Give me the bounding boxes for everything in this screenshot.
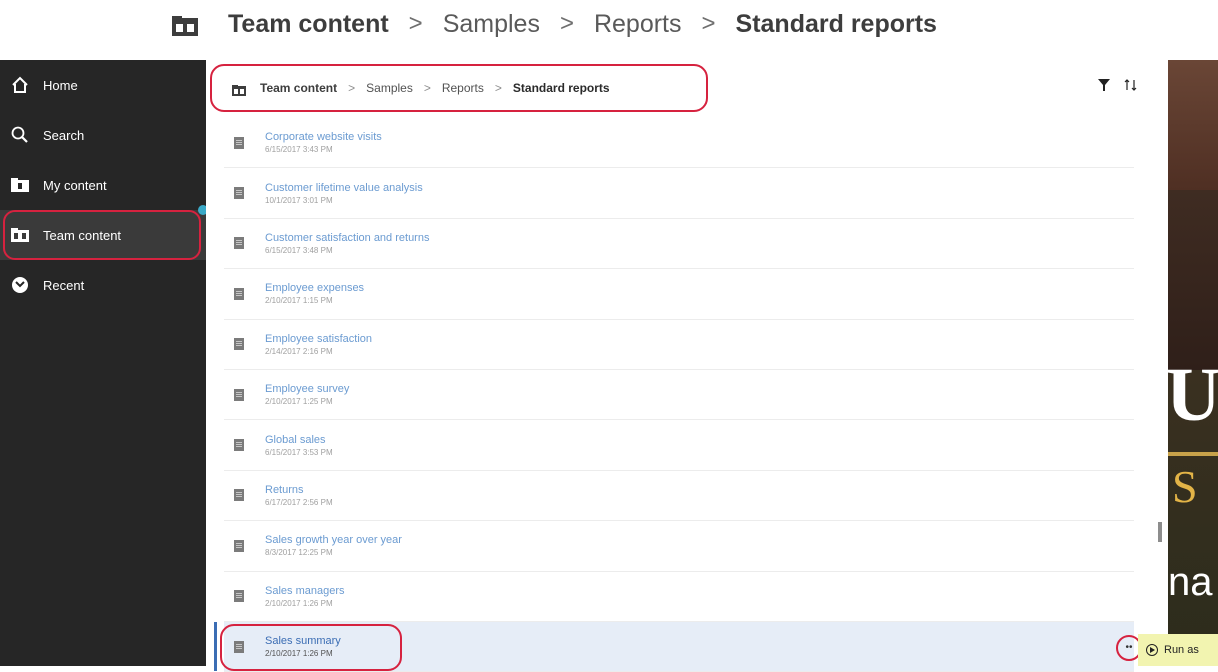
photo-gold-line xyxy=(1168,452,1218,456)
report-icon xyxy=(234,489,244,502)
report-name[interactable]: Global sales xyxy=(265,433,333,447)
scrollbar[interactable] xyxy=(1158,522,1162,542)
callout-separator: > xyxy=(701,10,716,37)
photo-band xyxy=(1168,190,1218,370)
report-date: 2/10/2017 1:15 PM xyxy=(265,296,333,306)
report-date: 6/15/2017 3:43 PM xyxy=(265,145,333,155)
sidebar-item-my-content[interactable]: My content xyxy=(0,160,206,210)
team-content-folder-icon xyxy=(11,226,29,244)
report-icon xyxy=(234,237,244,250)
sort-icon[interactable] xyxy=(1124,78,1138,96)
recent-clock-icon xyxy=(11,276,29,294)
report-name[interactable]: Employee satisfaction xyxy=(265,332,372,346)
sidebar: Home Search My content Team content Rece… xyxy=(0,60,208,666)
breadcrumb-highlight-outline xyxy=(210,64,708,112)
toolbar xyxy=(1098,78,1138,96)
report-name[interactable]: Customer satisfaction and returns xyxy=(265,231,429,245)
selected-report-highlight-outline xyxy=(220,623,402,671)
callout-crumb-reports: Reports xyxy=(593,9,682,38)
report-date: 2/10/2017 1:26 PM xyxy=(265,598,333,608)
report-icon xyxy=(234,136,244,149)
sidebar-item-home[interactable]: Home xyxy=(0,60,206,110)
report-name[interactable]: Employee expenses xyxy=(265,281,364,295)
sidebar-item-label: Team content xyxy=(43,227,122,243)
report-name[interactable]: Customer lifetime value analysis xyxy=(265,181,423,195)
callout-crumb-team-content: Team content xyxy=(228,9,389,38)
run-as-button[interactable]: Run as xyxy=(1138,634,1218,666)
list-item[interactable]: Customer lifetime value analysis 10/1/201… xyxy=(224,168,1134,219)
search-icon xyxy=(11,126,29,144)
photo-letter-s: S xyxy=(1172,461,1198,512)
list-item[interactable]: Corporate website visits 6/15/2017 3:43 P… xyxy=(224,118,1134,169)
report-list: Corporate website visits 6/15/2017 3:43 P… xyxy=(214,118,1142,672)
sidebar-item-label: Recent xyxy=(43,277,85,293)
list-item-selected[interactable]: Sales summary 2/10/2017 1:26 PM •• xyxy=(214,621,1142,672)
play-icon xyxy=(1146,644,1158,656)
report-date: 8/3/2017 12:25 PM xyxy=(265,548,333,558)
callout-separator: > xyxy=(408,10,423,37)
home-icon xyxy=(11,76,29,94)
run-as-label: Run as xyxy=(1164,644,1199,656)
photo-text-na: na xyxy=(1168,560,1213,604)
report-date: 2/10/2017 1:25 PM xyxy=(265,397,333,407)
report-name[interactable]: Employee survey xyxy=(265,382,349,396)
breadcrumb: Team content > Samples > Reports > Stand… xyxy=(206,60,1168,116)
list-item[interactable]: Employee expenses 2/10/2017 1:15 PM xyxy=(224,269,1134,320)
my-content-folder-icon xyxy=(11,176,29,194)
app-window: Home Search My content Team content Rece… xyxy=(0,60,1218,672)
team-folder-icon xyxy=(172,14,198,36)
report-date: 6/15/2017 3:48 PM xyxy=(265,245,333,255)
report-icon xyxy=(234,187,244,200)
list-item[interactable]: Returns 6/17/2017 2:56 PM xyxy=(224,471,1134,522)
sidebar-item-search[interactable]: Search xyxy=(0,110,206,160)
list-item[interactable]: Employee satisfaction 2/14/2017 2:16 PM xyxy=(224,320,1134,370)
report-date: 6/17/2017 2:56 PM xyxy=(265,497,333,507)
filter-icon[interactable] xyxy=(1098,78,1110,96)
sidebar-item-label: My content xyxy=(43,177,107,193)
callout-breadcrumb: Team content > Samples > Reports > Stand… xyxy=(172,6,937,42)
report-date: 10/1/2017 3:01 PM xyxy=(265,195,333,205)
callout-crumb-samples: Samples xyxy=(442,9,540,38)
report-date: 2/14/2017 2:16 PM xyxy=(265,346,333,356)
sidebar-item-label: Home xyxy=(43,77,78,93)
photo-letter-u: U xyxy=(1168,353,1218,437)
report-name[interactable]: Returns xyxy=(265,483,333,497)
report-icon xyxy=(234,287,244,300)
sidebar-item-team-content[interactable]: Team content xyxy=(0,210,206,260)
report-icon xyxy=(234,590,244,603)
report-name[interactable]: Corporate website visits xyxy=(265,130,382,144)
sidebar-item-label: Search xyxy=(43,127,85,143)
list-item[interactable]: Sales managers 2/10/2017 1:26 PM xyxy=(224,572,1134,622)
report-name[interactable]: Sales growth year over year xyxy=(265,533,402,547)
list-item[interactable]: Global sales 6/15/2017 3:53 PM xyxy=(224,420,1134,471)
list-item[interactable]: Employee survey 2/10/2017 1:25 PM xyxy=(224,370,1134,421)
photo-band xyxy=(1168,60,1218,190)
background-photo: U S na xyxy=(1168,60,1218,666)
callout-separator: > xyxy=(559,10,574,37)
report-date: 6/15/2017 3:53 PM xyxy=(265,447,333,457)
report-name[interactable]: Sales managers xyxy=(265,584,345,598)
callout-crumb-standard-reports: Standard reports xyxy=(735,9,937,38)
main-panel: Team content > Samples > Reports > Stand… xyxy=(206,60,1169,672)
list-item[interactable]: Sales growth year over year 8/3/2017 12:2… xyxy=(224,521,1134,572)
selection-indicator xyxy=(214,621,217,672)
report-icon xyxy=(234,439,244,452)
report-icon xyxy=(234,539,244,552)
report-icon xyxy=(234,338,244,351)
report-icon xyxy=(234,388,244,401)
sidebar-item-recent[interactable]: Recent xyxy=(0,260,206,310)
list-item[interactable]: Customer satisfaction and returns 6/15/20… xyxy=(224,219,1134,270)
